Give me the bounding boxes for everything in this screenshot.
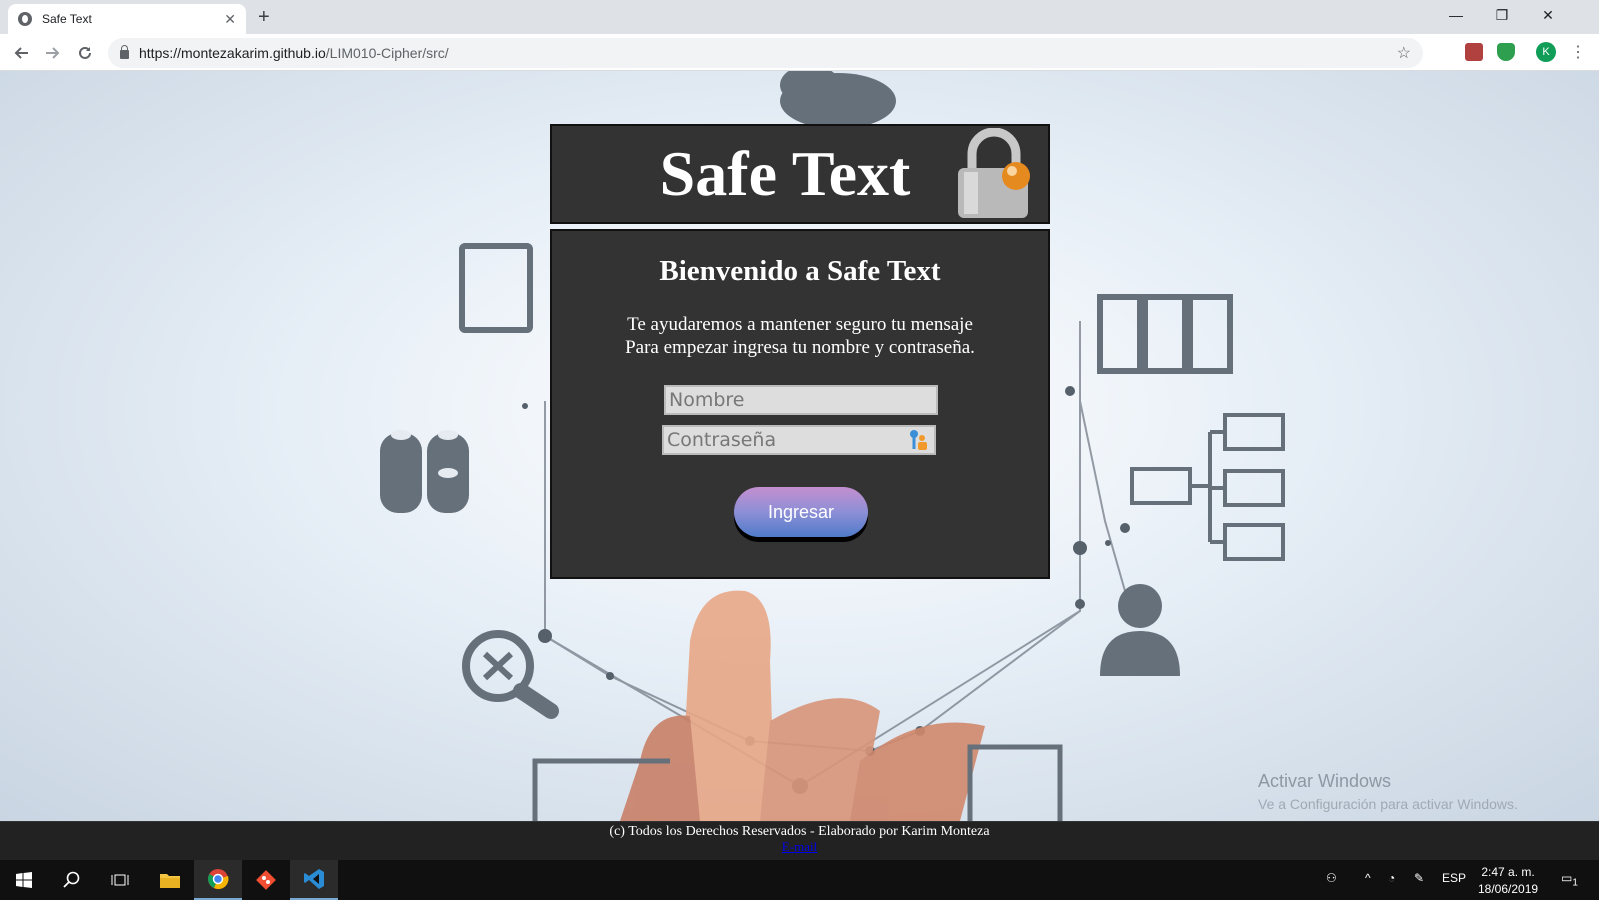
- forward-icon[interactable]: [41, 41, 65, 65]
- email-link[interactable]: E-mail: [0, 839, 1599, 855]
- menu-icon[interactable]: ⋮: [1570, 42, 1586, 62]
- close-window-button[interactable]: ✕: [1525, 0, 1571, 30]
- notification-icon[interactable]: ▭1: [1561, 871, 1578, 888]
- page-footer: (c) Todos los Derechos Reservados - Elab…: [0, 821, 1599, 861]
- page-viewport: Safe Text Bienvenido a Safe Text Te ayud…: [0, 71, 1599, 821]
- star-icon[interactable]: ☆: [1397, 43, 1411, 63]
- padlock-logo-icon: [958, 128, 1030, 218]
- avatar[interactable]: K: [1536, 42, 1556, 62]
- intro-line-2: Para empezar ingresa tu nombre y contras…: [625, 337, 975, 358]
- url-host: https://montezakarim.github.io: [139, 45, 326, 61]
- back-icon[interactable]: [9, 41, 33, 65]
- login-card: Bienvenido a Safe Text Te ayudaremos a m…: [550, 229, 1050, 579]
- activation-watermark-title: Activar Windows: [1258, 771, 1392, 791]
- clock-date: 18/06/2019: [1478, 882, 1539, 896]
- search-icon[interactable]: [48, 860, 96, 900]
- network-icon[interactable]: ◔: [1388, 871, 1395, 885]
- notification-count: 1: [1572, 877, 1578, 889]
- vscode-icon[interactable]: [290, 860, 338, 900]
- chrome-icon[interactable]: [194, 860, 242, 900]
- people-icon[interactable]: ⚇: [1326, 871, 1337, 885]
- url-path: /LIM010-Cipher/src/: [325, 45, 449, 61]
- intro-text: Te ayudaremos a mantener seguro tu mensa…: [552, 313, 1048, 359]
- windows-taskbar: ⚇ ^ ◔ ✎ ESP 2:47 a. m. 18/06/2019 ▭1: [0, 860, 1599, 900]
- new-tab-button[interactable]: +: [258, 6, 270, 29]
- reload-icon[interactable]: [73, 41, 97, 65]
- site-title: Safe Text: [659, 138, 911, 209]
- browser-tab[interactable]: Safe Text ✕: [8, 4, 246, 34]
- shield-extension-icon[interactable]: [1497, 43, 1515, 61]
- chevron-up-icon[interactable]: ^: [1365, 871, 1371, 885]
- tab-strip: Safe Text ✕ + — ❐ ✕: [0, 0, 1599, 34]
- tab-title: Safe Text: [42, 12, 92, 26]
- task-view-icon[interactable]: [96, 860, 144, 900]
- password-manager-icon[interactable]: [908, 429, 928, 451]
- name-input[interactable]: Nombre: [664, 385, 938, 415]
- password-input[interactable]: Contraseña: [662, 425, 936, 455]
- welcome-heading: Bienvenido a Safe Text: [659, 255, 941, 287]
- windows-start-icon[interactable]: [0, 860, 48, 900]
- address-bar[interactable]: https://montezakarim.github.io/LIM010-Ci…: [108, 38, 1423, 68]
- activation-watermark-subtitle: Ve a Configuración para activar Windows.: [1258, 796, 1518, 812]
- git-icon[interactable]: [242, 860, 290, 900]
- site-header: Safe Text: [550, 124, 1050, 224]
- close-tab-icon[interactable]: ✕: [224, 11, 236, 28]
- password-placeholder: Contraseña: [667, 429, 777, 451]
- language-indicator[interactable]: ESP: [1442, 871, 1466, 885]
- ingresar-button[interactable]: Ingresar: [734, 487, 868, 537]
- restore-button[interactable]: ❐: [1479, 0, 1525, 30]
- intro-line-1: Te ayudaremos a mantener seguro tu mensa…: [627, 314, 973, 335]
- footer-copyright: (c) Todos los Derechos Reservados - Elab…: [609, 824, 990, 839]
- pdf-extension-icon[interactable]: [1465, 43, 1483, 61]
- clock[interactable]: 2:47 a. m. 18/06/2019: [1478, 864, 1538, 898]
- file-explorer-icon[interactable]: [146, 860, 194, 900]
- pen-icon[interactable]: ✎: [1414, 871, 1424, 885]
- lock-icon: [120, 44, 129, 59]
- clock-time: 2:47 a. m.: [1481, 865, 1535, 879]
- minimize-button[interactable]: —: [1433, 0, 1479, 30]
- browser-toolbar: https://montezakarim.github.io/LIM010-Ci…: [0, 34, 1599, 71]
- globe-icon: [18, 12, 32, 26]
